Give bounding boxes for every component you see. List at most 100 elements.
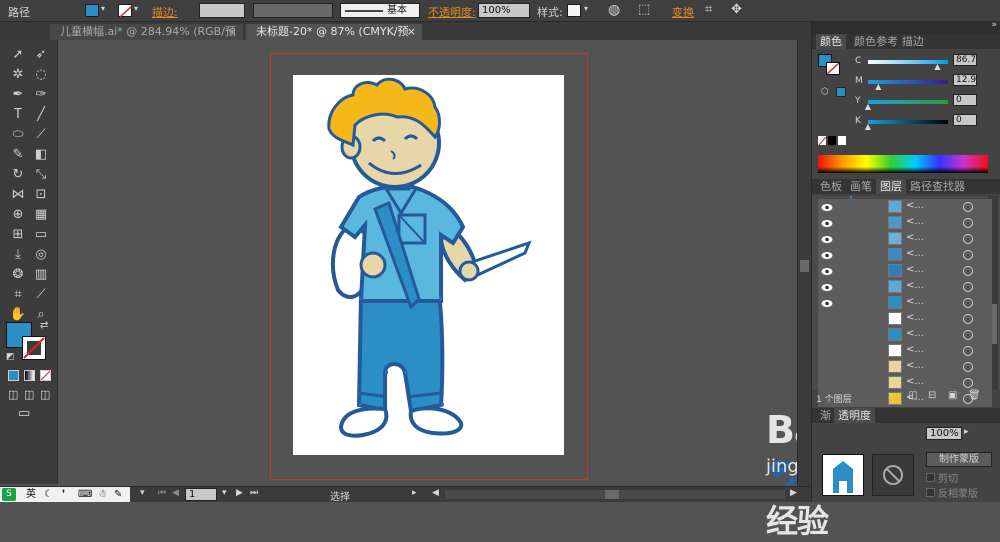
layer-name[interactable]: <... (906, 248, 924, 259)
layer-row[interactable]: <... (818, 359, 992, 375)
visibility-eye-icon[interactable] (821, 202, 833, 211)
page-number-field[interactable]: 1 (185, 488, 217, 501)
scale-tool-icon[interactable]: ⤡ (31, 166, 51, 184)
graphic-style-swatch[interactable] (567, 4, 581, 17)
tab-stroke[interactable]: 描边 (898, 34, 928, 49)
keyboard-icon[interactable]: ⌨ (78, 487, 92, 502)
tab-transparency[interactable]: 透明度 (834, 408, 875, 423)
target-circle-icon[interactable] (963, 346, 973, 356)
target-circle-icon[interactable] (963, 378, 973, 388)
hscroll-left-icon[interactable]: ◀ (432, 488, 439, 498)
make-mask-button[interactable]: 制作蒙版 (926, 452, 992, 467)
ime-toolbar[interactable]: S 英 ☾ ❜ ⌨ ☃ ✎ (0, 487, 130, 502)
canvas[interactable]: Bai🐾经验 jingyan.baidu.com (58, 40, 932, 540)
column-graph-tool-icon[interactable]: ▥ (31, 266, 51, 284)
layer-name[interactable]: <... (906, 360, 924, 371)
zoom-dropdown-icon[interactable]: ▾ (140, 488, 145, 498)
transform-panel-link[interactable]: 变换 (672, 4, 694, 20)
black-swatch[interactable] (828, 136, 836, 145)
layer-name[interactable]: <... (906, 312, 924, 323)
none-mode-icon[interactable] (40, 370, 51, 381)
target-circle-icon[interactable] (963, 298, 973, 308)
hscroll-right-icon[interactable]: ▶ (790, 488, 797, 498)
visibility-eye-icon[interactable] (821, 282, 833, 291)
screen-mode-icon[interactable]: ▭ (18, 406, 30, 421)
mask-thumbnail[interactable] (872, 454, 914, 496)
target-circle-icon[interactable] (963, 218, 973, 228)
tab-color[interactable]: 颜色 (816, 34, 846, 49)
panel-stroke-swatch[interactable] (826, 62, 840, 75)
opacity-dropdown-icon[interactable]: ▸ (964, 427, 969, 437)
default-colors-icon[interactable]: ◩ (6, 352, 15, 362)
visibility-eye-icon[interactable] (821, 266, 833, 275)
channel-y-value[interactable]: 0 (953, 94, 977, 106)
opacity-field[interactable]: 100% (478, 3, 530, 18)
blend-tool-icon[interactable]: ◎ (31, 246, 51, 264)
variable-width-field[interactable] (253, 3, 333, 18)
channel-y-slider[interactable]: ▲ (865, 100, 948, 111)
layer-row[interactable]: <... (818, 327, 992, 343)
punctuation-icon[interactable]: ❜ (62, 487, 65, 502)
tab-document-1[interactable]: 儿童横幅.ai* @ 284.94% (RGB/预览) × (50, 24, 243, 54)
white-swatch[interactable] (838, 136, 846, 145)
target-circle-icon[interactable] (963, 282, 973, 292)
magic-wand-tool-icon[interactable]: ✲ (8, 66, 28, 84)
ellipse-tool-icon[interactable]: ⬭ (8, 126, 28, 144)
direct-selection-tool-icon[interactable]: ➶ (31, 46, 51, 64)
layer-name[interactable]: <... (906, 264, 924, 275)
type-tool-icon[interactable]: T (8, 106, 28, 124)
line-segment-tool-icon[interactable]: ╱ (31, 106, 51, 124)
layer-name[interactable]: <... (906, 344, 924, 355)
layer-row[interactable]: <... (818, 199, 992, 215)
color-spectrum[interactable] (818, 155, 988, 173)
visibility-eye-icon[interactable] (821, 298, 833, 307)
slider-thumb-icon[interactable]: ▲ (934, 62, 940, 71)
brush-definition-dropdown[interactable]: 基本 (340, 3, 420, 18)
more-options-icon[interactable]: ✥ (731, 2, 742, 17)
channel-k-value[interactable]: 0 (953, 114, 977, 126)
layer-row[interactable]: <... (818, 375, 992, 391)
fill-color-swatch[interactable] (85, 4, 99, 17)
opacity-panel-link[interactable]: 不透明度: (428, 4, 476, 20)
stroke-weight-field[interactable] (199, 3, 245, 18)
target-circle-icon[interactable] (963, 266, 973, 276)
tab-gradient[interactable]: 渐 (816, 408, 835, 423)
draw-normal-icon[interactable]: ◫ (8, 388, 18, 401)
clip-checkbox[interactable] (926, 473, 935, 482)
layer-name[interactable]: <... (906, 328, 924, 339)
paintbrush-tool-icon[interactable]: ⟋ (31, 126, 51, 144)
selection-tool-icon[interactable]: ➚ (8, 46, 28, 64)
make-clipping-mask-icon[interactable]: ◫ (908, 390, 917, 401)
target-circle-icon[interactable] (963, 234, 973, 244)
target-circle-icon[interactable] (963, 202, 973, 212)
symbol-sprayer-tool-icon[interactable]: ❂ (8, 266, 28, 284)
mesh-tool-icon[interactable]: ⊞ (8, 226, 28, 244)
layer-row[interactable]: <... (818, 231, 992, 247)
ime-language-label[interactable]: 英 (26, 487, 36, 502)
tab-layers[interactable]: 图层 (876, 179, 906, 194)
fill-dropdown-icon[interactable]: ▾ (101, 4, 105, 13)
out-of-gamut-icon[interactable]: ⬡ (821, 87, 829, 97)
target-circle-icon[interactable] (963, 362, 973, 372)
eyedropper-tool-icon[interactable]: ⤓ (8, 246, 28, 264)
channel-c-value[interactable]: 86.75 (953, 54, 977, 66)
stroke-panel-link[interactable]: 描边: (152, 4, 178, 20)
isolate-object-icon[interactable]: ⌗ (705, 2, 712, 17)
rotate-tool-icon[interactable]: ↻ (8, 166, 28, 184)
channel-m-slider[interactable]: ▲ (868, 80, 948, 91)
align-options-icon[interactable]: ⬚ (638, 2, 650, 17)
channel-m-value[interactable]: 12.96 (953, 74, 977, 86)
transparency-opacity-field[interactable]: 100% (926, 427, 962, 440)
prev-page-icon[interactable]: ◀ (172, 488, 179, 498)
slider-thumb-icon[interactable]: ▲ (865, 122, 871, 131)
pen-tool-icon[interactable]: ✒ (8, 86, 28, 104)
collapse-panels-icon[interactable]: » (991, 20, 997, 30)
first-page-icon[interactable]: ⏮ (158, 488, 166, 498)
new-layer-icon[interactable]: ▣ (948, 390, 957, 401)
layer-row[interactable]: <... (818, 263, 992, 279)
close-icon[interactable]: × (407, 24, 416, 40)
locate-object-icon[interactable]: ⌕ (888, 390, 894, 401)
eraser-tool-icon[interactable]: ◧ (31, 146, 51, 164)
layer-row[interactable]: <... (818, 247, 992, 263)
boy-illustration[interactable] (293, 75, 564, 455)
